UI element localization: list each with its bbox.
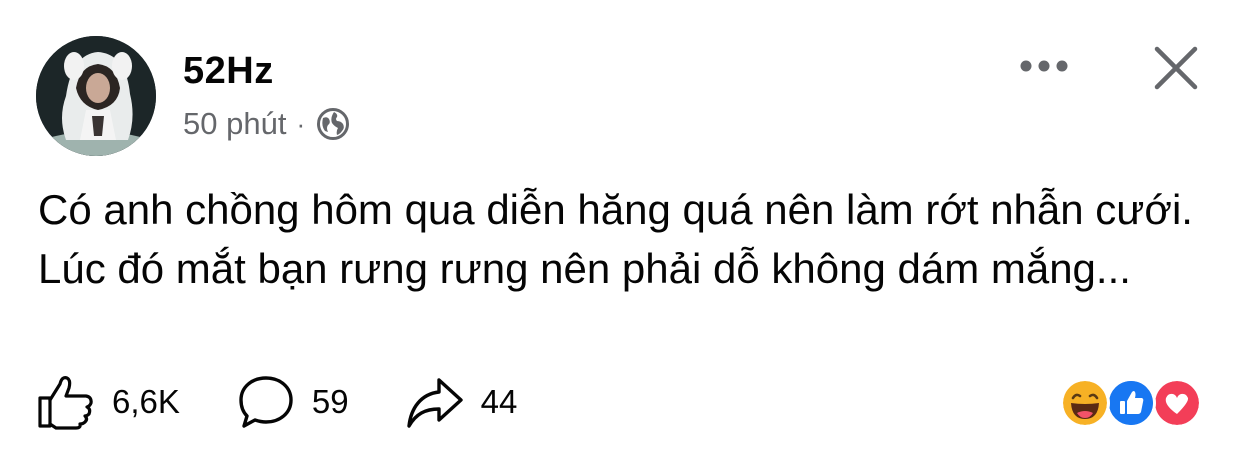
comment-icon: [239, 376, 293, 428]
post-meta: 50 phút ·: [183, 106, 351, 142]
post-time[interactable]: 50 phút: [183, 106, 286, 142]
reactions-summary[interactable]: [1060, 378, 1210, 428]
share-count: 44: [480, 383, 518, 420]
more-options-button[interactable]: [1012, 48, 1076, 84]
post-text: Có anh chồng hôm qua diễn hăng quá nên l…: [38, 186, 1193, 292]
comment-button[interactable]: 59: [236, 372, 349, 432]
action-bar: 6,6K 59 44: [36, 370, 573, 434]
thumbs-up-icon: [38, 376, 93, 430]
haha-reaction-icon: [1060, 378, 1110, 428]
share-icon: [406, 378, 463, 428]
share-button[interactable]: 44: [405, 372, 518, 432]
like-reaction-icon: [1106, 378, 1156, 428]
author-name[interactable]: 52Hz: [183, 50, 274, 93]
close-button[interactable]: [1148, 40, 1204, 96]
love-reaction-icon: [1152, 378, 1202, 428]
avatar[interactable]: [36, 36, 156, 156]
more-dots-icon: [1020, 60, 1068, 72]
comment-count: 59: [311, 383, 349, 420]
close-icon: [1154, 46, 1198, 90]
meta-separator: ·: [296, 108, 306, 139]
like-count: 6,6K: [112, 383, 180, 420]
like-button[interactable]: 6,6K: [36, 372, 180, 432]
post-card: 52Hz 50 phút · Có anh chồng hôm qua diễn…: [0, 0, 1242, 456]
avatar-image: [36, 36, 156, 156]
globe-icon[interactable]: [315, 106, 351, 142]
